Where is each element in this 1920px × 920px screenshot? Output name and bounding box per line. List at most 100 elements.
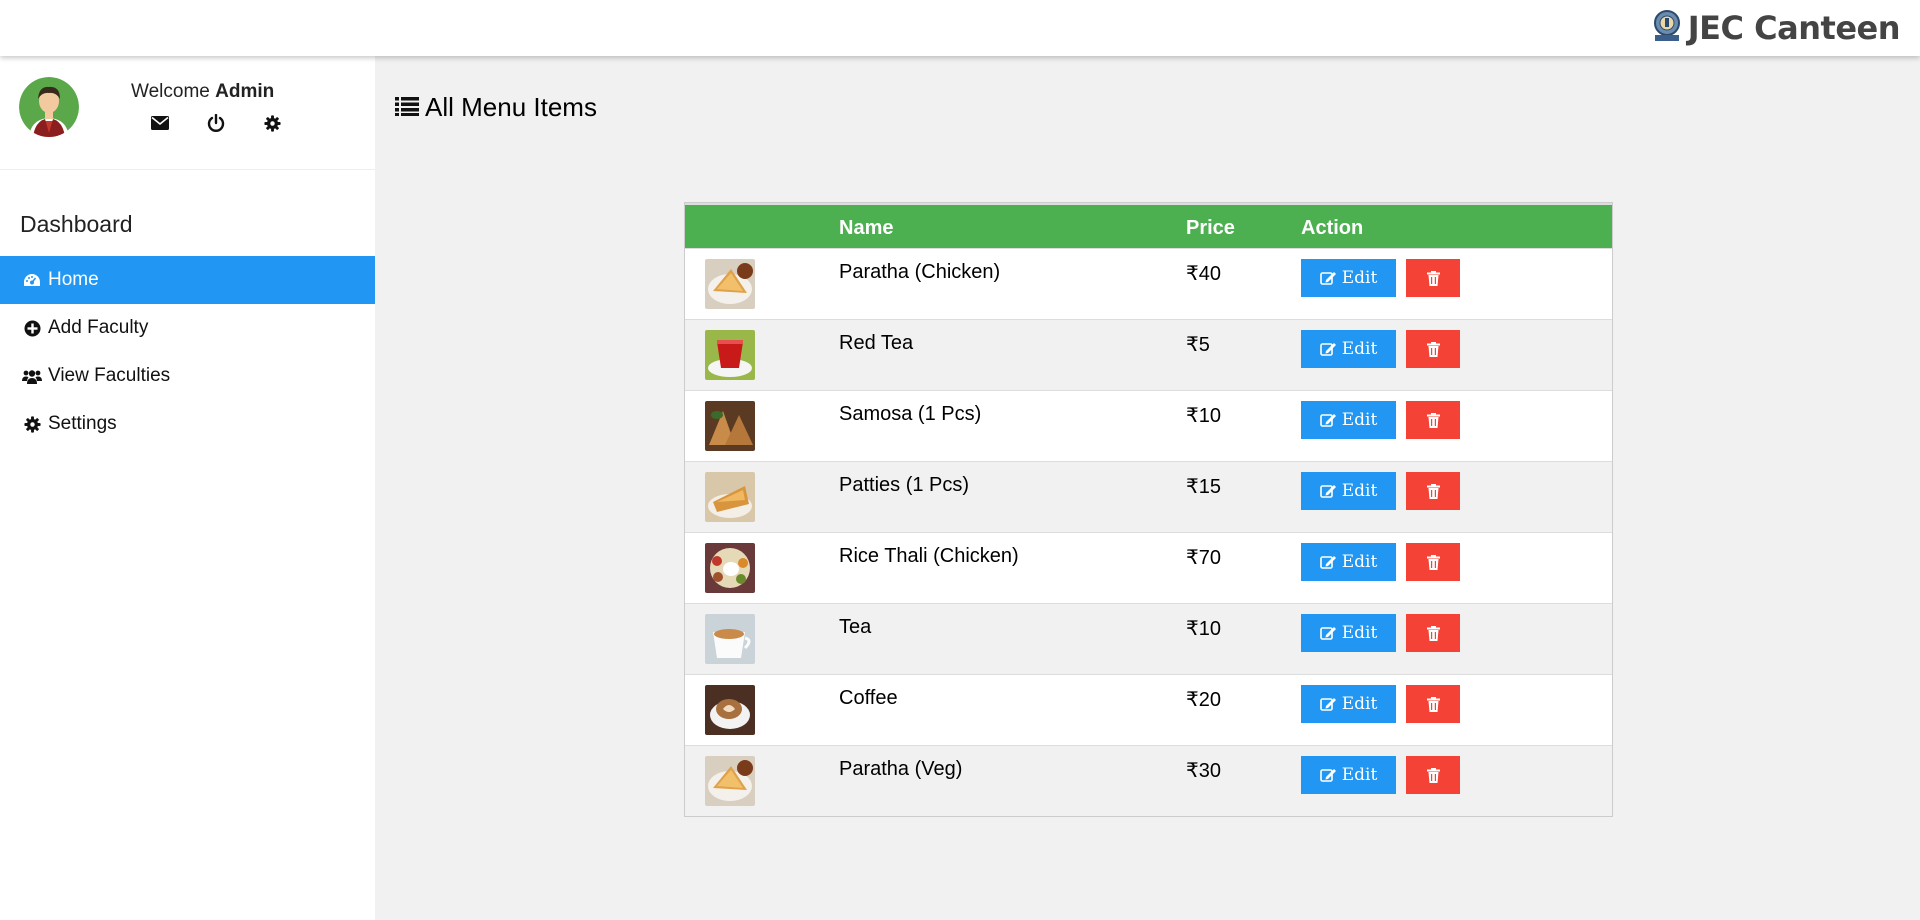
- edit-label: Edit: [1341, 552, 1378, 572]
- item-price: ₹10: [1186, 405, 1221, 427]
- delete-button[interactable]: [1406, 330, 1460, 368]
- delete-button[interactable]: [1406, 472, 1460, 510]
- sidebar-item-label: Home: [48, 269, 99, 290]
- sidebar-item-label: Add Faculty: [48, 317, 149, 338]
- item-price: ₹15: [1186, 476, 1221, 498]
- edit-button[interactable]: Edit: [1301, 401, 1396, 439]
- welcome-text: Welcome Admin: [131, 81, 274, 103]
- item-name: Red Tea: [839, 332, 914, 354]
- trash-icon: [1426, 270, 1440, 286]
- brand-title: JEC Canteen: [1687, 9, 1901, 47]
- column-header-action: Action: [1301, 217, 1364, 239]
- trash-icon: [1426, 554, 1440, 570]
- sidebar: Welcome Admin Dashboard Home Add Faculty…: [0, 56, 375, 920]
- item-name: Paratha (Veg): [839, 758, 963, 780]
- edit-icon: [1319, 342, 1336, 356]
- column-header-price: Price: [1186, 217, 1235, 239]
- edit-icon: [1319, 271, 1336, 285]
- user-name: Admin: [215, 81, 275, 102]
- item-name: Patties (1 Pcs): [839, 474, 970, 496]
- users-icon: [22, 366, 42, 386]
- edit-label: Edit: [1341, 623, 1378, 643]
- table-row: Samosa (1 Pcs) ₹10 Edit: [685, 390, 1612, 461]
- edit-button[interactable]: Edit: [1301, 472, 1396, 510]
- edit-icon: [1319, 768, 1336, 782]
- edit-label: Edit: [1341, 339, 1378, 359]
- table-row: Red Tea ₹5 Edit: [685, 319, 1612, 390]
- sidebar-item-home[interactable]: Home: [0, 256, 375, 304]
- plus-circle-icon: [22, 318, 42, 338]
- item-price: ₹70: [1186, 547, 1221, 569]
- item-thumbnail: [705, 472, 755, 522]
- avatar: [19, 77, 79, 137]
- item-name: Paratha (Chicken): [839, 261, 1001, 283]
- trash-icon: [1426, 696, 1440, 712]
- item-price: ₹30: [1186, 760, 1221, 782]
- edit-label: Edit: [1341, 410, 1378, 430]
- list-icon: [395, 92, 419, 123]
- sidebar-item-add-faculty[interactable]: Add Faculty: [0, 304, 375, 352]
- trash-icon: [1426, 341, 1440, 357]
- table-row: Paratha (Veg) ₹30 Edit: [685, 745, 1612, 816]
- item-thumbnail: [705, 685, 755, 735]
- edit-label: Edit: [1341, 268, 1378, 288]
- edit-icon: [1319, 484, 1336, 498]
- column-header-name: Name: [839, 217, 894, 239]
- sidebar-item-label: Settings: [48, 413, 117, 434]
- item-name: Coffee: [839, 687, 898, 709]
- main-content: All Menu Items Name Price Action Paratha…: [375, 56, 1920, 920]
- page-title-text: All Menu Items: [425, 92, 597, 122]
- envelope-icon[interactable]: [150, 113, 170, 133]
- power-icon[interactable]: [206, 113, 226, 133]
- sidebar-item-settings[interactable]: Settings: [0, 400, 375, 448]
- delete-button[interactable]: [1406, 401, 1460, 439]
- edit-label: Edit: [1341, 765, 1378, 785]
- delete-button[interactable]: [1406, 685, 1460, 723]
- table-row: Paratha (Chicken) ₹40 Edit: [685, 248, 1612, 319]
- item-thumbnail: [705, 401, 755, 451]
- table-header: Name Price Action: [685, 203, 1612, 248]
- table-row: Patties (1 Pcs) ₹15 Edit: [685, 461, 1612, 532]
- item-thumbnail: [705, 259, 755, 309]
- emblem-icon: [1652, 9, 1682, 47]
- trash-icon: [1426, 483, 1440, 499]
- edit-icon: [1319, 697, 1336, 711]
- delete-button[interactable]: [1406, 543, 1460, 581]
- item-price: ₹20: [1186, 689, 1221, 711]
- item-price: ₹40: [1186, 263, 1221, 285]
- edit-button[interactable]: Edit: [1301, 685, 1396, 723]
- edit-button[interactable]: Edit: [1301, 259, 1396, 297]
- item-thumbnail: [705, 614, 755, 664]
- edit-icon: [1319, 626, 1336, 640]
- delete-button[interactable]: [1406, 259, 1460, 297]
- top-bar: JEC Canteen: [0, 0, 1920, 56]
- edit-button[interactable]: Edit: [1301, 330, 1396, 368]
- item-name: Rice Thali (Chicken): [839, 545, 1019, 567]
- gear-icon: [22, 414, 42, 434]
- delete-button[interactable]: [1406, 614, 1460, 652]
- table-row: Coffee ₹20 Edit: [685, 674, 1612, 745]
- item-thumbnail: [705, 543, 755, 593]
- menu-table: Name Price Action Paratha (Chicken) ₹40 …: [684, 202, 1613, 817]
- item-price: ₹10: [1186, 618, 1221, 640]
- gear-icon[interactable]: [262, 113, 282, 133]
- item-thumbnail: [705, 756, 755, 806]
- delete-button[interactable]: [1406, 756, 1460, 794]
- edit-icon: [1319, 413, 1336, 427]
- edit-button[interactable]: Edit: [1301, 614, 1396, 652]
- edit-button[interactable]: Edit: [1301, 543, 1396, 581]
- brand[interactable]: JEC Canteen: [1652, 6, 1901, 50]
- trash-icon: [1426, 625, 1440, 641]
- edit-label: Edit: [1341, 694, 1378, 714]
- edit-button[interactable]: Edit: [1301, 756, 1396, 794]
- sidebar-title: Dashboard: [20, 211, 133, 237]
- sidebar-item-view-faculties[interactable]: View Faculties: [0, 352, 375, 400]
- trash-icon: [1426, 767, 1440, 783]
- item-name: Samosa (1 Pcs): [839, 403, 982, 425]
- page-title: All Menu Items: [395, 92, 597, 123]
- sidebar-item-label: View Faculties: [48, 365, 171, 386]
- dashboard-icon: [22, 270, 42, 290]
- item-name: Tea: [839, 616, 872, 638]
- trash-icon: [1426, 412, 1440, 428]
- edit-label: Edit: [1341, 481, 1378, 501]
